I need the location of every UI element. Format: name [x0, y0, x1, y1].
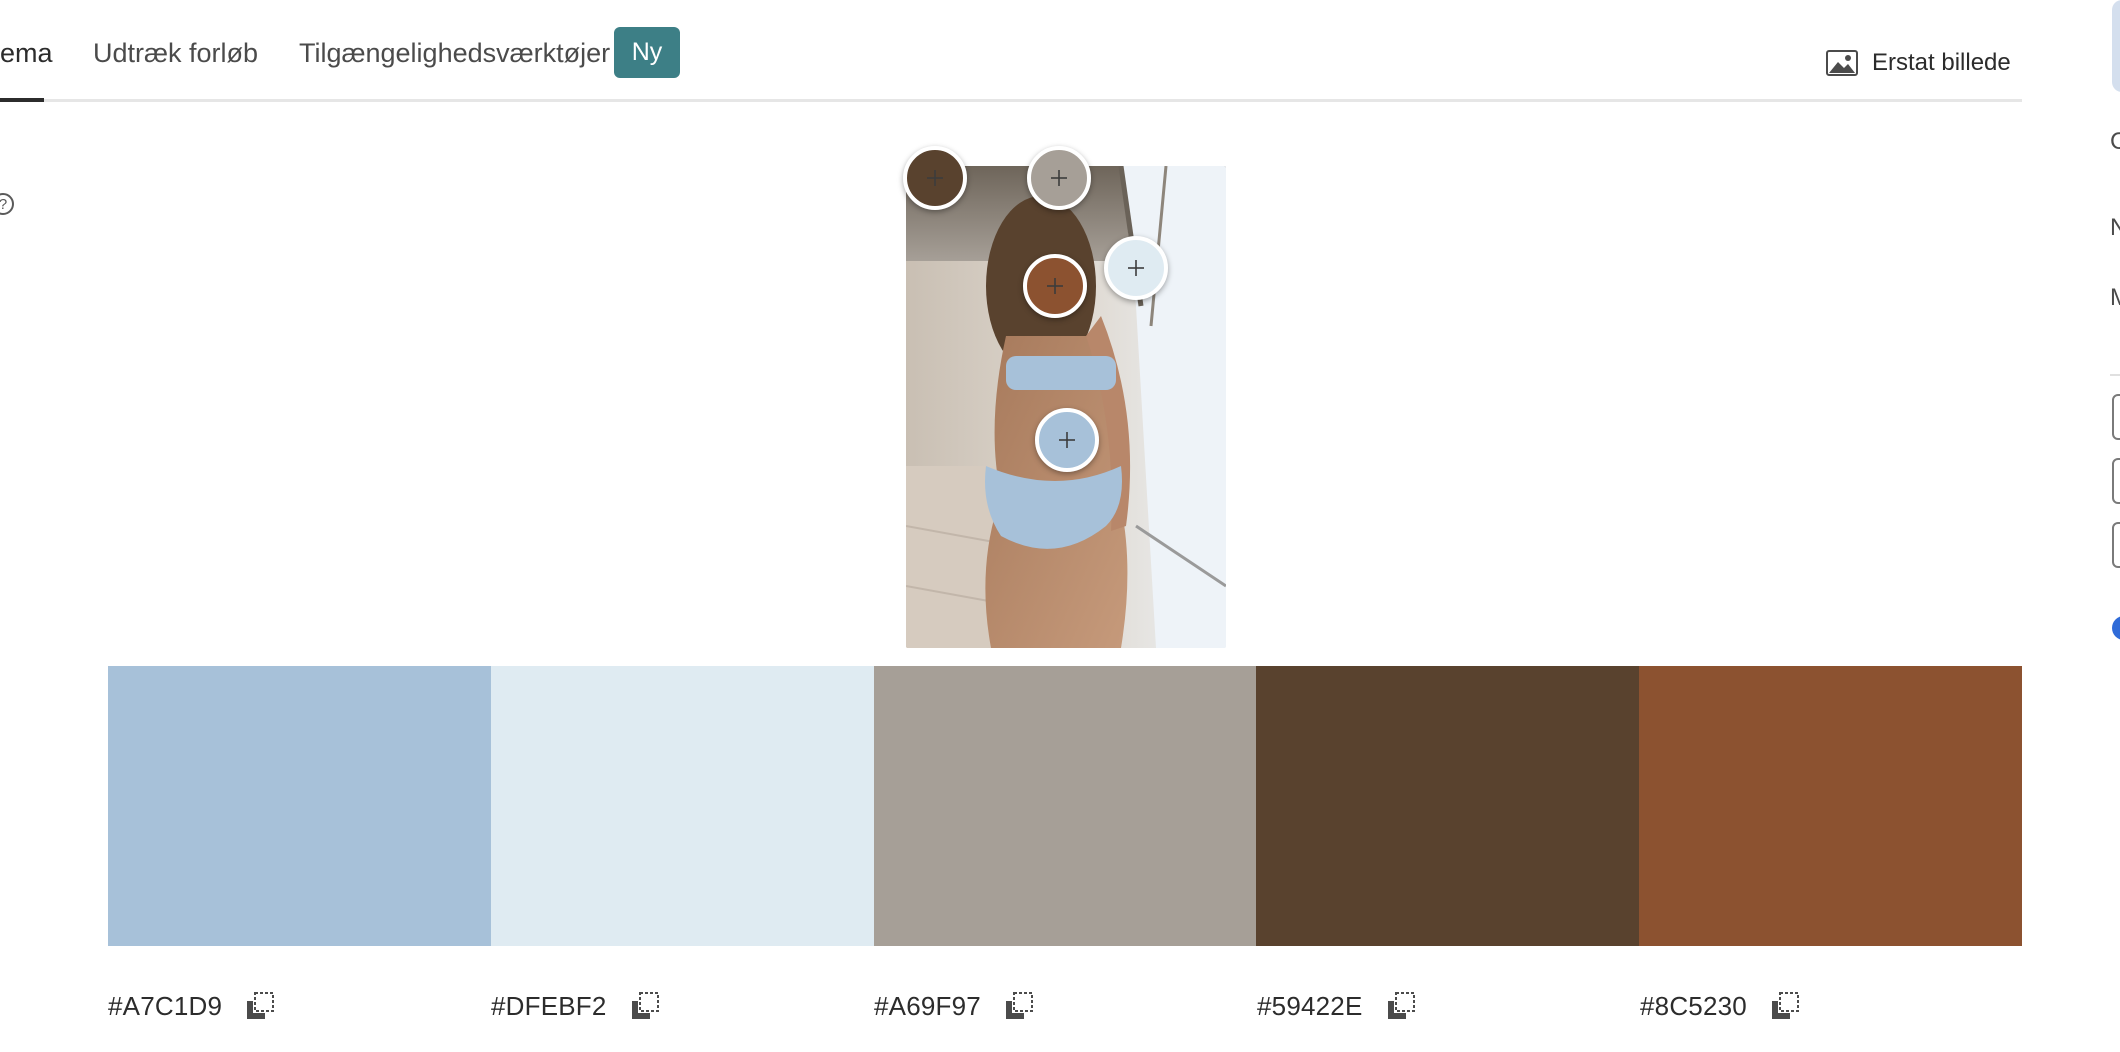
panel-header-block: [2112, 0, 2120, 92]
hex-code-label: #59422E: [1257, 990, 1363, 1021]
copy-icon[interactable]: [629, 990, 661, 1022]
panel-input-field[interactable]: [2112, 522, 2120, 568]
panel-input-field[interactable]: [2112, 458, 2120, 504]
tab-accessibility-tools[interactable]: Tilgængelighedsværktøjer: [299, 36, 610, 70]
source-photo: [906, 166, 1226, 648]
photo-image: [906, 166, 1226, 648]
plus-icon: [927, 170, 943, 186]
new-badge-label: Ny: [631, 38, 663, 66]
plus-icon: [1051, 170, 1067, 186]
color-picker-handle[interactable]: [1027, 146, 1091, 210]
color-picker-handle[interactable]: [1035, 408, 1099, 472]
color-theme-page: ema Udtræk forløb Tilgængelighedsværktøj…: [0, 0, 2120, 1052]
copy-icon[interactable]: [1003, 990, 1035, 1022]
panel-label: C: [2110, 128, 2120, 155]
tab-label: Tilgængelighedsværktøjer: [299, 38, 611, 68]
tab-bar-divider: [0, 99, 2022, 102]
hex-code-label: #DFEBF2: [491, 990, 607, 1021]
hex-code-row: #8C5230: [1640, 986, 1801, 1026]
plus-icon: [1059, 432, 1075, 448]
tab-color-theme[interactable]: ema: [0, 36, 53, 70]
copy-icon[interactable]: [1769, 990, 1801, 1022]
hex-code-row: #A69F97: [874, 986, 1035, 1026]
image-icon: [1826, 50, 1858, 76]
help-glyph: ?: [0, 196, 7, 213]
right-side-panel: C N M: [2108, 0, 2120, 1052]
hex-code-label: #A69F97: [874, 990, 981, 1021]
color-swatch[interactable]: [1256, 666, 1640, 946]
panel-label: N: [2110, 214, 2120, 241]
panel-toggle[interactable]: [2112, 616, 2120, 640]
color-picker-handle[interactable]: [903, 146, 967, 210]
tab-label: Udtræk forløb: [93, 38, 259, 68]
plus-icon: [1128, 260, 1144, 276]
color-picker-handle[interactable]: [1104, 236, 1168, 300]
copy-icon[interactable]: [1385, 990, 1417, 1022]
color-swatches: [108, 666, 2022, 946]
plus-icon: [1047, 278, 1063, 294]
tab-bar: ema Udtræk forløb Tilgængelighedsværktøj…: [0, 0, 2022, 104]
hex-code-row: #59422E: [1257, 986, 1417, 1026]
hex-code-label: #A7C1D9: [108, 990, 223, 1021]
panel-input-field[interactable]: [2112, 394, 2120, 440]
panel-divider: [2110, 374, 2120, 376]
color-swatch[interactable]: [1639, 666, 2022, 946]
new-badge: Ny: [614, 27, 680, 78]
copy-icon[interactable]: [244, 990, 276, 1022]
active-tab-indicator: [0, 98, 44, 102]
replace-image-button[interactable]: Erstat billede: [1826, 46, 2011, 80]
hex-code-label: #8C5230: [1640, 990, 1747, 1021]
tab-label: ema: [0, 38, 53, 68]
color-swatch[interactable]: [490, 666, 874, 946]
panel-label: M: [2110, 284, 2120, 312]
tab-extract-gradient[interactable]: Udtræk forløb: [93, 36, 258, 70]
color-swatch[interactable]: [108, 666, 491, 946]
color-picker-handle[interactable]: [1023, 254, 1087, 318]
color-swatch[interactable]: [873, 666, 1257, 946]
hex-code-row: #DFEBF2: [491, 986, 661, 1026]
replace-image-label: Erstat billede: [1872, 49, 2011, 76]
hex-code-row: #A7C1D9: [108, 986, 276, 1026]
question-circle-icon[interactable]: ?: [0, 193, 14, 215]
